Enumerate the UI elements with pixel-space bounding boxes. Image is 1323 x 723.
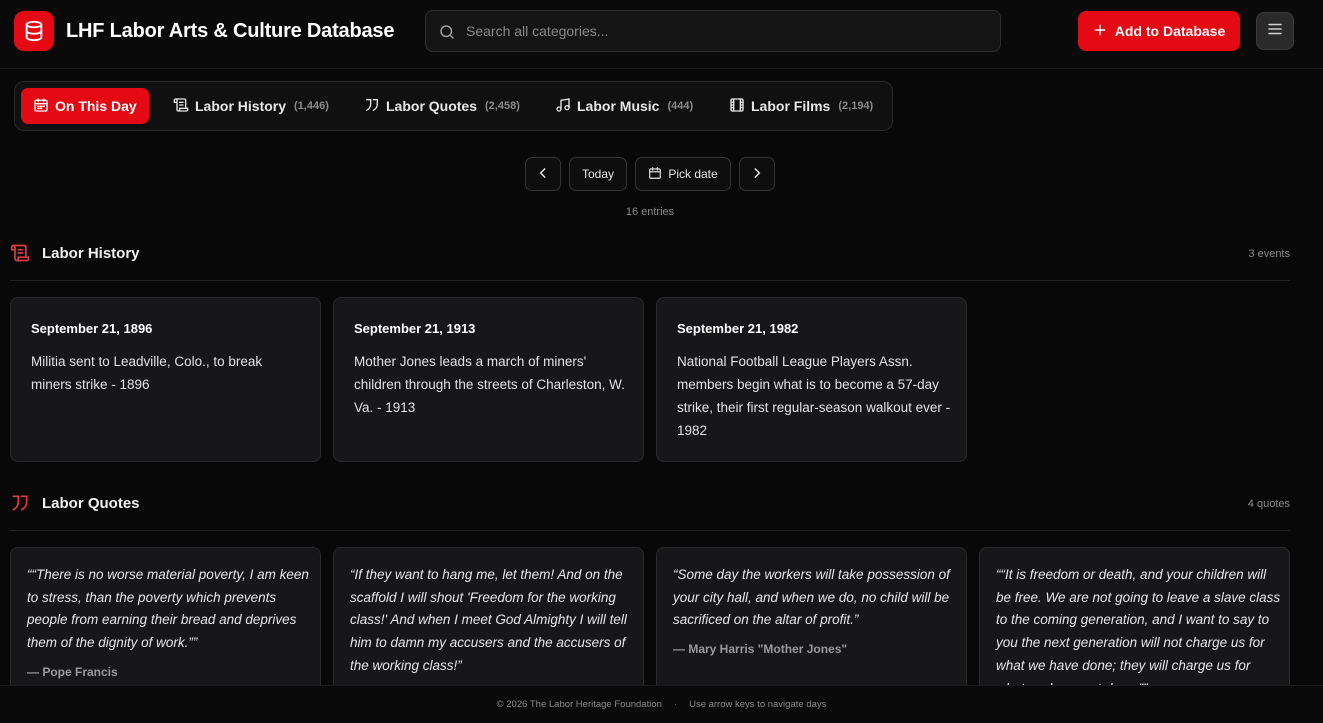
history-description: Mother Jones leads a march of miners' ch… <box>354 354 625 415</box>
tab-label: On This Day <box>55 98 137 114</box>
tab-labor-quotes[interactable]: Labor Quotes (2,458) <box>352 88 532 124</box>
search-icon <box>438 23 456 46</box>
today-button[interactable]: Today <box>569 157 627 191</box>
previous-day-button[interactable] <box>525 157 561 191</box>
add-button-label: Add to Database <box>1114 23 1226 39</box>
pick-date-label: Pick date <box>668 167 718 181</box>
scroll-icon <box>173 97 189 116</box>
quote-card[interactable]: “Some day the workers will take possessi… <box>656 547 967 697</box>
app-title: LHF Labor Arts & Culture Database <box>66 20 395 42</box>
history-date: September 21, 1896 <box>31 321 153 336</box>
tab-count: (444) <box>667 100 694 112</box>
calendar-icon <box>648 166 662 183</box>
search-input[interactable] <box>466 11 986 51</box>
search-box[interactable] <box>425 10 1001 52</box>
history-date: September 21, 1913 <box>354 321 476 336</box>
quote-text: ““It is freedom or death, and your child… <box>996 567 1281 696</box>
quote-text: “Some day the workers will take possessi… <box>673 567 950 628</box>
next-day-button[interactable] <box>739 157 775 191</box>
footer-separator: · <box>673 699 678 710</box>
labor-quotes-section-header: Labor Quotes 4 quotes <box>10 487 1290 531</box>
tab-on-this-day[interactable]: On This Day <box>21 88 149 124</box>
tab-labor-films[interactable]: Labor Films (2,194) <box>717 88 885 124</box>
pick-date-button[interactable]: Pick date <box>635 157 731 191</box>
chevron-left-icon <box>536 166 550 183</box>
quote-text: ““There is no worse material poverty, I … <box>27 567 309 651</box>
music-note-icon <box>555 97 571 116</box>
quote-text: “If they want to hang me, let them! And … <box>350 567 627 673</box>
section-count: 4 quotes <box>1247 498 1290 510</box>
history-description: National Football League Players Assn. m… <box>677 354 951 438</box>
tab-labor-music[interactable]: Labor Music (444) <box>543 88 705 124</box>
quote-icon <box>10 493 30 518</box>
history-description: Militia sent to Leadville, Colo., to bre… <box>31 354 263 392</box>
hamburger-icon <box>1266 20 1284 43</box>
top-header: LHF Labor Arts & Culture Database Add to… <box>0 0 1323 69</box>
history-card[interactable]: September 21, 1913 Mother Jones leads a … <box>333 297 644 462</box>
footer-copyright: © 2026 The Labor Heritage Foundation <box>496 699 662 710</box>
tab-count: (2,458) <box>485 100 520 112</box>
film-icon <box>729 97 745 116</box>
quote-author: — Pope Francis <box>27 665 118 679</box>
section-title: Labor History <box>42 245 140 262</box>
quote-card[interactable]: ““It is freedom or death, and your child… <box>979 547 1290 697</box>
history-card[interactable]: September 21, 1896 Militia sent to Leadv… <box>10 297 321 462</box>
quote-card[interactable]: “If they want to hang me, let them! And … <box>333 547 644 697</box>
scroll-icon <box>10 243 30 268</box>
section-title: Labor Quotes <box>42 495 140 512</box>
tab-count: (1,446) <box>294 100 329 112</box>
quote-author: — Mary Harris "Mother Jones" <box>673 642 848 656</box>
tab-label: Labor History <box>195 98 287 114</box>
quote-icon <box>364 97 380 116</box>
app-root: LHF Labor Arts & Culture Database Add to… <box>0 0 1323 723</box>
history-card[interactable]: September 21, 1982 National Football Lea… <box>656 297 967 462</box>
labor-history-section-header: Labor History 3 events <box>10 237 1290 281</box>
history-date: September 21, 1982 <box>677 321 799 336</box>
add-to-database-button[interactable]: Add to Database <box>1078 11 1240 51</box>
chevron-right-icon <box>750 166 764 183</box>
tab-labor-history[interactable]: Labor History (1,446) <box>161 88 341 124</box>
calendar-icon <box>33 97 49 116</box>
tab-count: (2,194) <box>838 100 874 112</box>
plus-icon <box>1093 23 1107 40</box>
category-tabs: On This Day Labor History (1,446) Labor … <box>14 81 893 131</box>
footer-hint: Use arrow keys to navigate days <box>689 699 827 710</box>
menu-button[interactable] <box>1256 12 1294 50</box>
section-count: 3 events <box>1248 248 1290 260</box>
today-label: Today <box>581 167 615 181</box>
footer: © 2026 The Labor Heritage Foundation · U… <box>0 685 1323 723</box>
quote-card[interactable]: ““There is no worse material poverty, I … <box>10 547 321 697</box>
tab-label: Labor Music <box>577 98 660 114</box>
database-logo-icon[interactable] <box>14 11 54 51</box>
entries-count: 16 entries <box>625 206 675 218</box>
tab-label: Labor Films <box>751 98 831 114</box>
tab-label: Labor Quotes <box>386 98 478 114</box>
